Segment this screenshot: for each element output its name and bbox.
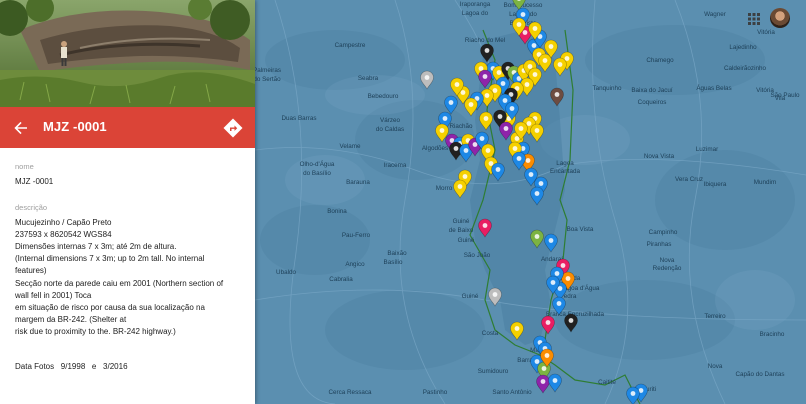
map-place-label: Vera Cruz — [675, 176, 703, 183]
map-place-label: Boa Vista — [567, 226, 594, 233]
map-place-label: Nova — [660, 257, 675, 264]
map-canvas[interactable]: Bom SucessoLajedo doBoa VistaIraporangaL… — [255, 0, 806, 404]
map-place-label: Baixão — [387, 250, 407, 257]
map-place-label: Luzimar — [696, 146, 718, 153]
map-place-label: Encantada — [550, 168, 581, 175]
map-place-label: Campinho — [649, 229, 678, 236]
map-place-label: Lagoa — [556, 160, 574, 167]
map-place-label: Nova Vista — [644, 153, 675, 160]
map-place-label: Lagoa do — [462, 10, 489, 17]
map-place-label: Campestre — [335, 42, 366, 49]
directions-icon[interactable] — [222, 117, 244, 139]
map-place-label: Redenção — [653, 265, 682, 272]
map-basemap[interactable]: Bom SucessoLajedo doBoa VistaIraporangaL… — [255, 0, 806, 404]
map-place-label: Iraporanga — [460, 1, 491, 8]
account-avatar[interactable] — [770, 8, 790, 28]
feature-details: nome MJZ -0001 descrição Mucujezinho / Capã… — [15, 162, 247, 338]
map-place-label: Basílio — [384, 259, 403, 266]
map-place-label: Barauna — [346, 179, 370, 186]
map-place-label: Olho-d'Água — [300, 159, 335, 168]
map-place-label: Iracema — [384, 162, 407, 169]
map-place-label: Guiné — [458, 237, 475, 244]
map-place-label: do Basílio — [303, 170, 331, 177]
map-place-label: do Sertão — [255, 76, 281, 83]
map-place-label: Piranhas — [647, 241, 672, 248]
map-place-label: Ibiquera — [704, 181, 727, 188]
field-value-line: margem da BR-242. (Shelter at — [15, 314, 127, 324]
map-place-label: Coqueiros — [638, 99, 667, 106]
arrow-back-icon[interactable] — [11, 118, 31, 138]
map-place-label: Caitité — [598, 379, 616, 386]
field-value-line: MJZ -0001 — [15, 177, 54, 186]
field-label: descrição — [15, 203, 48, 213]
map-place-label: Guiné — [462, 293, 479, 300]
map-place-label: Lajedinho — [729, 44, 757, 51]
map-place-label: Algodões — [422, 145, 448, 152]
field-value-line: 237593 x 8620542 WGS84 — [15, 230, 112, 240]
map-place-label: Chamego — [646, 57, 674, 64]
map-place-label: Cerca Ressaca — [328, 389, 372, 396]
map-place-label: Santo Antônio — [492, 389, 532, 396]
field-value-line: em situação de risco por causa da sua lo… — [15, 302, 205, 312]
map-place-label: Bracinho — [760, 331, 785, 338]
map-place-label: Águas Belas — [696, 83, 731, 92]
map-place-label: Bonina — [327, 208, 347, 215]
map-place-label: Riachão — [449, 123, 473, 130]
map-place-label: Várzeo — [380, 117, 400, 124]
map-place-label: Duas Barras — [282, 115, 317, 122]
app-root: Bom SucessoLajedo doBoa VistaIraporangaL… — [0, 0, 806, 404]
map-place-label: Pastinho — [423, 389, 448, 396]
map-place-label: Terreiro — [704, 313, 726, 320]
map-place-label: Nova — [708, 363, 723, 370]
map-place-label: Riacho do Mel — [465, 37, 505, 44]
map-place-label: Ubaldo — [276, 269, 296, 276]
map-place-label: Velame — [339, 143, 361, 150]
field-value-line: risk due to proximity to the. BR-242 hig… — [15, 326, 176, 336]
map-place-label: Capão do Dantas — [735, 371, 784, 378]
map-place-label: São João — [464, 252, 491, 259]
field-value-line: Secção norte da parede caiu em 2001 (Nor… — [15, 278, 224, 288]
map-place-label: Palmeiras — [255, 67, 281, 74]
feature-title: MJZ -0001 — [43, 119, 107, 134]
map-place-label: Costa — [482, 330, 499, 337]
field-value-line: wall fell in 2001) Toca — [15, 290, 92, 300]
map-place-label: Wagner — [704, 11, 726, 18]
map-place-label: Mundim — [754, 179, 776, 186]
field-value-line: (Internal dimensions 7 x 3m; up to 2m ta… — [15, 254, 205, 264]
map-place-label: Seabra — [358, 75, 379, 82]
map-place-label: Guiné — [453, 218, 470, 225]
map-place-label: do Caldas — [376, 126, 404, 133]
field-value-line: Dimensões internas 7 x 3m; até 2m de alt… — [15, 242, 177, 252]
field-value-line: Mucujezinho / Capão Preto — [15, 218, 112, 228]
feature-title-bar: MJZ -0001 — [0, 107, 255, 148]
feature-detail-panel: MJZ -0001 nome MJZ -0001 descrição Mucujezi… — [0, 0, 255, 404]
map-place-label: Tanquinho — [592, 85, 622, 92]
map-place-label: Angico — [345, 261, 365, 268]
map-place-label: Baixa do Jacuí — [631, 87, 673, 94]
apps-grid-icon[interactable] — [748, 12, 760, 25]
field-label: nome — [15, 162, 34, 171]
field-value-line: features) — [15, 266, 47, 276]
map-place-label: Bebedouro — [368, 93, 399, 100]
map-place-label: Caldeirãozinho — [724, 65, 767, 72]
map-place-label: São Paulo — [770, 92, 800, 99]
map-place-label: Cabralia — [329, 276, 353, 283]
map-place-label: Pau-Ferro — [342, 232, 371, 239]
photo-dates: Data Fotos 9/1998 e 3/2016 — [15, 362, 128, 371]
map-place-label: Morro — [436, 185, 453, 192]
map-place-label: Vitória — [757, 29, 775, 36]
map-place-label: de Baixo — [449, 227, 474, 234]
feature-photo — [0, 0, 255, 107]
map-place-label: Sumidouro — [478, 368, 509, 375]
